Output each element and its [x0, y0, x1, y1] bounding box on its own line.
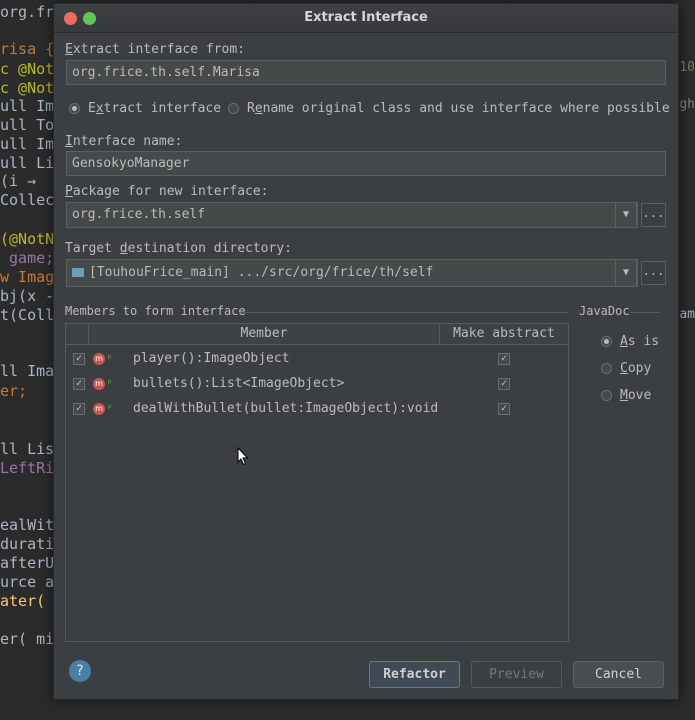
javadoc-move-label[interactable]: Move: [620, 388, 651, 403]
extract-interface-radio[interactable]: [69, 103, 80, 114]
code-line: ll Lis: [0, 440, 55, 458]
table-row[interactable]: ✓ m ᵖ bullets():List<ImageObject> ✓: [66, 371, 568, 396]
visibility-icon: ᵖ: [107, 379, 113, 389]
code-line: urce a: [0, 573, 55, 591]
package-combo[interactable]: org.frice.th.self: [66, 202, 638, 228]
code-line: ull Im: [0, 97, 55, 115]
javadoc-group-label: JavaDoc: [579, 304, 630, 318]
code-line: ealWit: [0, 516, 55, 534]
members-group-label: Members to form interface: [65, 304, 246, 318]
member-name: player():ImageObject: [133, 351, 290, 366]
code-line: LeftRi: [0, 459, 55, 477]
visibility-icon: ᵖ: [107, 404, 113, 414]
column-header-make-abstract[interactable]: Make abstract: [440, 324, 568, 344]
member-name: dealWithBullet(bullet:ImageObject):void: [133, 401, 439, 416]
extract-from-label: Extract interface from:: [65, 42, 246, 57]
code-line: c @Not: [0, 60, 55, 78]
member-include-checkbox[interactable]: ✓: [73, 378, 85, 390]
member-name: bullets():List<ImageObject>: [133, 376, 345, 391]
package-dropdown-arrow[interactable]: ▼: [615, 202, 637, 228]
right-fragment: am: [679, 307, 695, 322]
method-icon: m: [93, 353, 105, 365]
target-dir-combo[interactable]: [TouhouFrice_main] .../src/org/frice/th/…: [66, 259, 638, 287]
code-line: t(Coll: [0, 306, 55, 324]
rename-original-radio[interactable]: [228, 103, 239, 114]
dialog-title: Extract Interface: [304, 10, 428, 25]
member-include-checkbox[interactable]: ✓: [73, 403, 85, 415]
extract-interface-dialog: Extract Interface Extract interface from…: [53, 3, 679, 700]
javadoc-as-is-radio[interactable]: [601, 336, 612, 347]
javadoc-group-divider: [630, 312, 660, 313]
extract-from-field[interactable]: org.frice.th.self.Marisa: [66, 60, 666, 85]
code-line: ater(: [0, 592, 46, 610]
members-group-divider: [239, 312, 569, 313]
javadoc-as-is-label[interactable]: As is: [620, 334, 659, 349]
table-row[interactable]: ✓ m ᵖ player():ImageObject ✓: [66, 346, 568, 371]
code-line: game;: [0, 249, 55, 267]
code-line: Collec: [0, 191, 55, 209]
code-line: (@NotN: [0, 230, 55, 248]
refactor-button[interactable]: Refactor: [369, 661, 460, 688]
column-header-member[interactable]: Member: [89, 324, 439, 344]
javadoc-copy-label[interactable]: Copy: [620, 361, 651, 376]
make-abstract-checkbox[interactable]: ✓: [498, 403, 510, 415]
table-row[interactable]: ✓ m ᵖ dealWithBullet(bullet:ImageObject)…: [66, 396, 568, 421]
mouse-cursor-icon: [237, 447, 249, 466]
folder-icon: [72, 268, 84, 277]
rename-original-radio-label[interactable]: Rename original class and use interface …: [247, 101, 670, 116]
method-icon: m: [93, 378, 105, 390]
target-dir-browse-button[interactable]: ...: [641, 261, 666, 285]
extract-interface-radio-label[interactable]: Extract interface: [88, 101, 221, 116]
code-line: durati: [0, 535, 55, 553]
code-line: w Imag: [0, 268, 55, 286]
right-fragment: 10: [679, 60, 695, 75]
package-label: Package for new interface:: [65, 184, 269, 199]
code-line: (i →: [0, 172, 37, 190]
code-line: er;: [0, 382, 28, 400]
table-header: Member Make abstract: [66, 324, 568, 345]
target-dir-label: Target destination directory:: [65, 241, 292, 256]
code-line: afterU: [0, 554, 55, 572]
member-include-checkbox[interactable]: ✓: [73, 353, 85, 365]
code-line: ll Ima: [0, 362, 55, 380]
cancel-button[interactable]: Cancel: [573, 661, 664, 688]
title-bar: Extract Interface: [54, 4, 678, 33]
help-button[interactable]: ?: [69, 660, 91, 682]
make-abstract-checkbox[interactable]: ✓: [498, 353, 510, 365]
interface-name-field[interactable]: GensokyoManager: [66, 151, 666, 176]
members-table: Member Make abstract ✓ m ᵖ player():Imag…: [65, 323, 569, 642]
package-browse-button[interactable]: ...: [641, 203, 666, 227]
interface-name-label: Interface name:: [65, 134, 183, 149]
target-dir-dropdown-arrow[interactable]: ▼: [615, 259, 637, 287]
code-line: ull Li: [0, 154, 55, 172]
code-line: risa {: [0, 40, 55, 58]
method-icon: m: [93, 403, 105, 415]
visibility-icon: ᵖ: [107, 354, 113, 364]
code-line: c @Not: [0, 79, 55, 97]
code-line: ull To: [0, 116, 55, 134]
code-line: ull Im: [0, 135, 55, 153]
make-abstract-checkbox[interactable]: ✓: [498, 378, 510, 390]
javadoc-move-radio[interactable]: [601, 390, 612, 401]
preview-button[interactable]: Preview: [471, 661, 562, 688]
code-line: bj(x -: [0, 287, 55, 305]
javadoc-copy-radio[interactable]: [601, 363, 612, 374]
